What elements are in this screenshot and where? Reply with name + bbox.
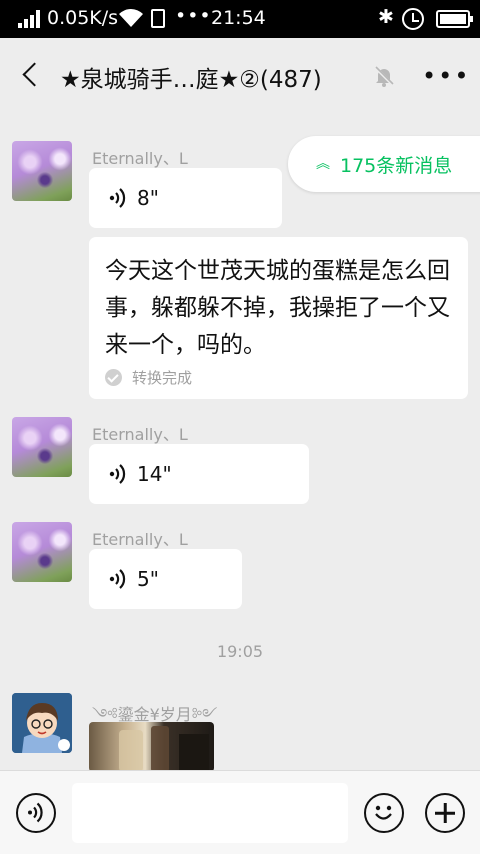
new-messages-button[interactable]: ︽ 175条新消息	[288, 136, 480, 192]
emoji-button[interactable]	[364, 793, 404, 833]
status-time: 21:54	[211, 7, 266, 29]
chat-header: ★泉城骑手…庭★②(487) •••	[0, 38, 480, 112]
status-bar: 0.05K/s ••• 21:54 ✱	[0, 0, 480, 38]
conversion-status: 转换完成	[105, 367, 192, 388]
voice-duration: 5"	[137, 567, 159, 591]
back-button[interactable]	[16, 58, 50, 92]
sender-name: Eternally、L	[92, 530, 188, 549]
chat-title: ★泉城骑手…庭★②(487)	[60, 67, 322, 93]
alarm-icon	[402, 8, 424, 30]
voice-message[interactable]: 8"	[89, 168, 282, 228]
voice-message[interactable]: 14"	[89, 444, 309, 504]
voice-wave-icon	[109, 464, 126, 484]
avatar[interactable]	[12, 693, 72, 753]
voice-wave-icon	[109, 569, 126, 589]
cartoon-avatar-icon	[12, 693, 72, 753]
emoji-icon	[375, 805, 392, 820]
voice-duration: 8"	[137, 186, 159, 210]
input-bar	[0, 770, 480, 854]
battery-icon	[436, 10, 473, 28]
more-notifications-icon: •••	[175, 5, 212, 27]
sim-icon	[151, 9, 165, 28]
bell-off-icon	[373, 65, 395, 87]
voice-duration: 14"	[137, 462, 172, 486]
more-options-button[interactable]: •••	[422, 62, 470, 90]
add-button[interactable]	[425, 793, 465, 833]
voice-input-icon	[28, 802, 43, 823]
sender-name: Eternally、L	[92, 425, 188, 444]
bluetooth-icon: ✱	[378, 6, 394, 28]
message-input[interactable]	[72, 783, 348, 843]
new-messages-label: 175条新消息	[340, 154, 453, 177]
message-timestamp: 19:05	[216, 642, 264, 661]
avatar[interactable]	[12, 417, 72, 477]
voice-transcript[interactable]: 今天这个世茂天城的蛋糕是怎么回事，躲都躲不掉，我操拒了一个又来一个，吗的。 转换…	[89, 237, 468, 399]
signal-icon	[18, 10, 40, 28]
avatar[interactable]	[12, 522, 72, 582]
wifi-icon	[119, 9, 143, 27]
network-speed: 0.05K/s	[47, 7, 119, 29]
avatar[interactable]	[12, 141, 72, 201]
check-circle-icon	[105, 369, 122, 386]
voice-wave-icon	[109, 188, 126, 208]
voice-message[interactable]: 5"	[89, 549, 242, 609]
image-message[interactable]	[89, 722, 214, 772]
sender-name: Eternally、L	[92, 149, 188, 168]
conversion-status-label: 转换完成	[132, 369, 193, 387]
photo-thumbnail	[119, 726, 209, 772]
transcript-text: 今天这个世茂天城的蛋糕是怎么回事，躲都躲不掉，我操拒了一个又来一个，吗的。	[105, 258, 450, 358]
double-chevron-up-icon: ︽	[316, 156, 330, 172]
voice-input-button[interactable]	[16, 793, 56, 833]
